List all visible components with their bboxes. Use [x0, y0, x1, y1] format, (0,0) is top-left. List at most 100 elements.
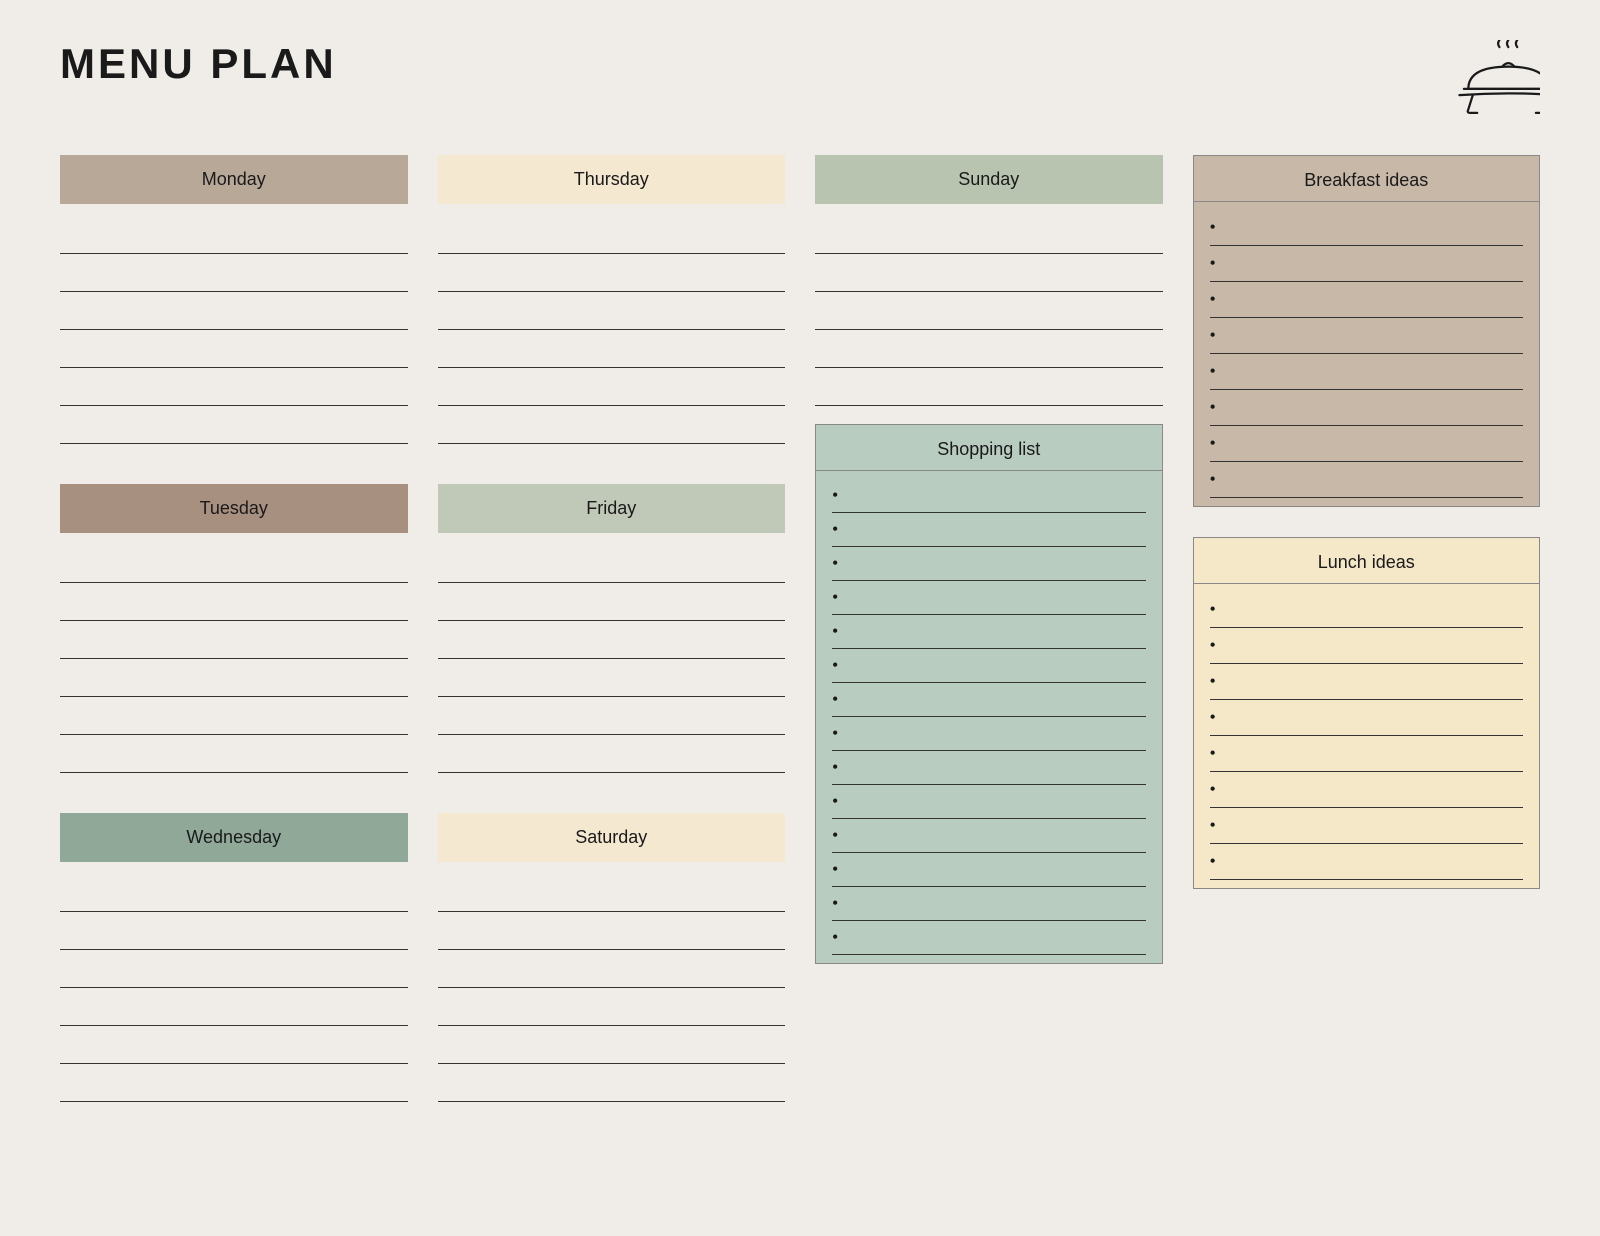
line-row[interactable]: [60, 874, 408, 912]
line-row[interactable]: [60, 406, 408, 444]
line-row[interactable]: [60, 950, 408, 988]
breakfast-ideas-list: [1194, 202, 1540, 506]
line-row[interactable]: [438, 988, 786, 1026]
line-row[interactable]: [815, 368, 1163, 406]
line-row[interactable]: [438, 659, 786, 697]
monday-lines: [60, 216, 408, 444]
line-row[interactable]: [60, 216, 408, 254]
list-item[interactable]: [1210, 592, 1524, 628]
line-row[interactable]: [60, 735, 408, 773]
line-row[interactable]: [60, 659, 408, 697]
list-item[interactable]: [832, 785, 1146, 819]
line-row[interactable]: [438, 330, 786, 368]
thursday-lines: [438, 216, 786, 444]
line-row[interactable]: [60, 988, 408, 1026]
list-item[interactable]: [832, 479, 1146, 513]
line-row[interactable]: [60, 292, 408, 330]
list-item[interactable]: [1210, 664, 1524, 700]
monday-header: Monday: [60, 155, 408, 204]
saturday-lines: [438, 874, 786, 1102]
line-row[interactable]: [438, 912, 786, 950]
list-item[interactable]: [1210, 700, 1524, 736]
page-title: MENU PLAN: [60, 40, 337, 88]
list-item[interactable]: [832, 853, 1146, 887]
line-row[interactable]: [438, 583, 786, 621]
friday-header: Friday: [438, 484, 786, 533]
line-row[interactable]: [60, 254, 408, 292]
line-row[interactable]: [438, 950, 786, 988]
line-row[interactable]: [815, 292, 1163, 330]
list-item[interactable]: [1210, 390, 1524, 426]
list-item[interactable]: [1210, 628, 1524, 664]
list-item[interactable]: [832, 921, 1146, 955]
line-row[interactable]: [815, 254, 1163, 292]
side-column: Breakfast ideas Lunch ideas: [1193, 155, 1541, 889]
line-row[interactable]: [60, 583, 408, 621]
sunday-shopping-column: Sunday Shopping list: [815, 155, 1163, 964]
line-row[interactable]: [60, 368, 408, 406]
sunday-lines: [815, 216, 1163, 406]
line-row[interactable]: [438, 292, 786, 330]
line-row[interactable]: [60, 545, 408, 583]
saturday-header: Saturday: [438, 813, 786, 862]
line-row[interactable]: [60, 330, 408, 368]
sunday-header: Sunday: [815, 155, 1163, 204]
line-row[interactable]: [60, 697, 408, 735]
list-item[interactable]: [1210, 282, 1524, 318]
food-icon: [1450, 40, 1540, 125]
list-item[interactable]: [832, 717, 1146, 751]
sunday-section: Sunday: [815, 155, 1163, 406]
line-row[interactable]: [438, 697, 786, 735]
line-row[interactable]: [438, 621, 786, 659]
list-item[interactable]: [1210, 426, 1524, 462]
friday-lines: [438, 545, 786, 773]
list-item[interactable]: [1210, 210, 1524, 246]
wednesday-lines: [60, 874, 408, 1102]
line-row[interactable]: [60, 621, 408, 659]
line-row[interactable]: [438, 874, 786, 912]
list-item[interactable]: [1210, 736, 1524, 772]
line-row[interactable]: [815, 330, 1163, 368]
tuesday-header: Tuesday: [60, 484, 408, 533]
shopping-list: [816, 471, 1162, 963]
list-item[interactable]: [1210, 772, 1524, 808]
line-row[interactable]: [438, 545, 786, 583]
list-item[interactable]: [832, 819, 1146, 853]
thursday-column: Thursday Friday Saturday: [438, 155, 786, 1102]
monday-column: Monday Tuesday Wednesday: [60, 155, 408, 1102]
line-row[interactable]: [438, 368, 786, 406]
list-item[interactable]: [832, 887, 1146, 921]
line-row[interactable]: [438, 406, 786, 444]
line-row[interactable]: [60, 1026, 408, 1064]
line-row[interactable]: [438, 1064, 786, 1102]
shopping-list-title: Shopping list: [816, 425, 1162, 471]
line-row[interactable]: [438, 1026, 786, 1064]
line-row[interactable]: [438, 735, 786, 773]
list-item[interactable]: [832, 615, 1146, 649]
list-item[interactable]: [832, 581, 1146, 615]
list-item[interactable]: [832, 649, 1146, 683]
tuesday-lines: [60, 545, 408, 773]
list-item[interactable]: [832, 751, 1146, 785]
breakfast-ideas-box: Breakfast ideas: [1193, 155, 1541, 507]
list-item[interactable]: [832, 513, 1146, 547]
line-row[interactable]: [438, 254, 786, 292]
line-row[interactable]: [438, 216, 786, 254]
wednesday-header: Wednesday: [60, 813, 408, 862]
line-row[interactable]: [60, 1064, 408, 1102]
list-item[interactable]: [832, 547, 1146, 581]
lunch-ideas-list: [1194, 584, 1540, 888]
list-item[interactable]: [1210, 808, 1524, 844]
line-row[interactable]: [60, 912, 408, 950]
lunch-ideas-title: Lunch ideas: [1194, 538, 1540, 584]
list-item[interactable]: [1210, 844, 1524, 880]
lunch-ideas-box: Lunch ideas: [1193, 537, 1541, 889]
list-item[interactable]: [832, 683, 1146, 717]
breakfast-ideas-title: Breakfast ideas: [1194, 156, 1540, 202]
list-item[interactable]: [1210, 354, 1524, 390]
thursday-header: Thursday: [438, 155, 786, 204]
list-item[interactable]: [1210, 462, 1524, 498]
list-item[interactable]: [1210, 318, 1524, 354]
list-item[interactable]: [1210, 246, 1524, 282]
line-row[interactable]: [815, 216, 1163, 254]
